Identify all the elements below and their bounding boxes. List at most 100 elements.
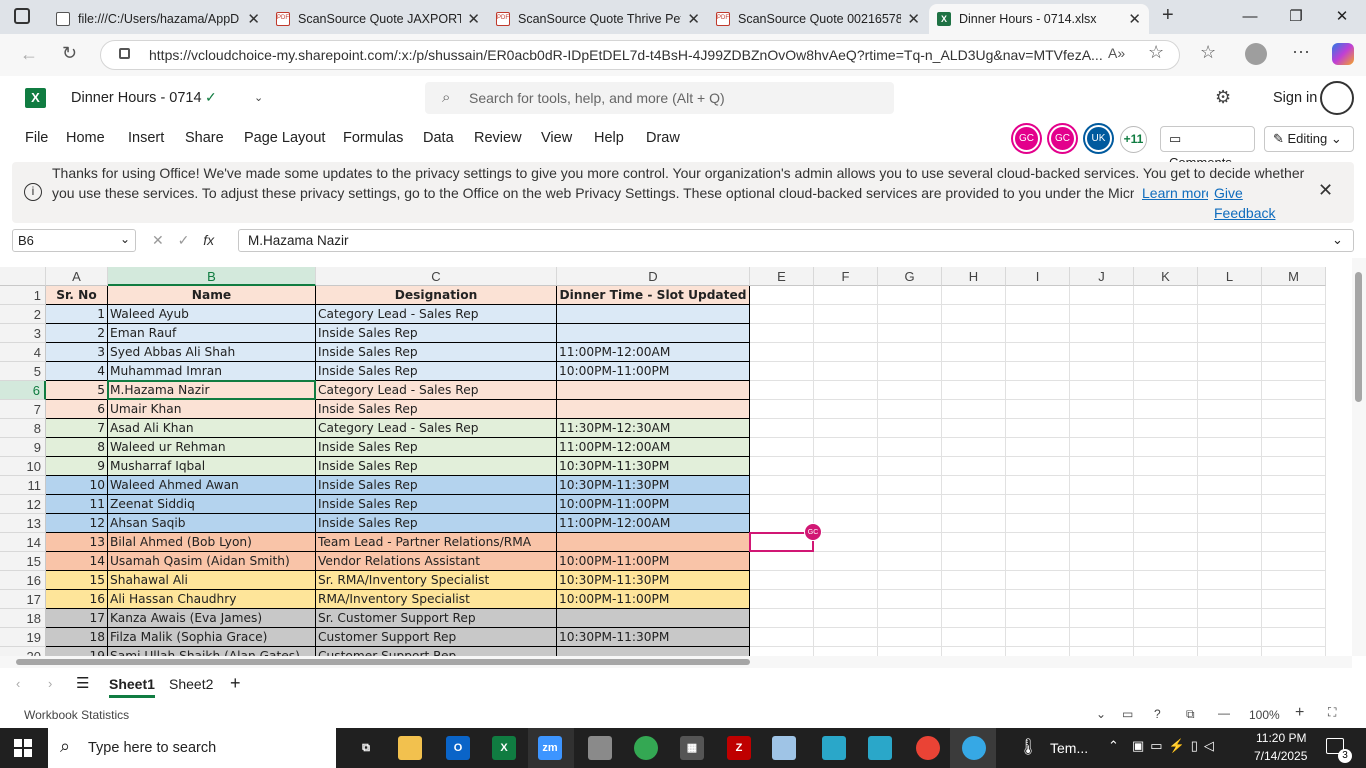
calculator-icon[interactable]: ▦ (680, 736, 704, 760)
app-icon[interactable] (772, 736, 796, 760)
empty-cell[interactable] (814, 590, 878, 609)
menu-data[interactable]: Data (423, 130, 454, 146)
empty-cell[interactable] (750, 419, 814, 438)
zoom-out-icon[interactable]: — (1218, 706, 1230, 720)
cell[interactable]: Shahawal Ali (108, 571, 316, 590)
site-info-icon[interactable] (119, 48, 130, 59)
document-title[interactable]: Dinner Hours - 0714 (71, 90, 202, 106)
column-header[interactable]: B (108, 267, 316, 286)
weather-text[interactable]: Tem... (1050, 740, 1088, 756)
empty-cell[interactable] (1134, 419, 1198, 438)
sheet-tab-2[interactable]: Sheet2 (169, 676, 213, 692)
empty-cell[interactable] (750, 590, 814, 609)
menu-review[interactable]: Review (474, 130, 522, 146)
empty-cell[interactable] (1262, 362, 1326, 381)
empty-cell[interactable] (1134, 305, 1198, 324)
empty-cell[interactable] (1006, 476, 1070, 495)
cell[interactable] (557, 609, 750, 628)
cell[interactable]: Inside Sales Rep (316, 457, 557, 476)
empty-cell[interactable] (1198, 609, 1262, 628)
cell[interactable]: Customer Support Rep (316, 628, 557, 647)
empty-cell[interactable] (1070, 514, 1134, 533)
sign-in-link[interactable]: Sign in (1273, 90, 1317, 106)
taskbar-search[interactable]: ⌕ Type here to search (48, 728, 336, 768)
empty-cell[interactable] (814, 305, 878, 324)
title-chevron-down-icon[interactable]: ⌄ (254, 91, 263, 104)
empty-cell[interactable] (1134, 628, 1198, 647)
empty-cell[interactable] (1070, 590, 1134, 609)
row-header[interactable]: 2 (0, 305, 46, 324)
browser-tab[interactable]: file:///C:/Users/hazama/AppD ✕ (48, 4, 268, 34)
clock-time[interactable]: 11:20 PM (1256, 731, 1306, 745)
empty-cell[interactable] (1198, 533, 1262, 552)
empty-cell[interactable] (1262, 343, 1326, 362)
empty-cell[interactable] (1134, 514, 1198, 533)
cell[interactable]: 11 (46, 495, 108, 514)
empty-cell[interactable] (942, 533, 1006, 552)
zoom-in-icon[interactable]: + (1295, 704, 1304, 722)
help-improve-icon[interactable]: ? (1154, 707, 1161, 721)
empty-cell[interactable] (1006, 514, 1070, 533)
empty-cell[interactable] (1006, 400, 1070, 419)
close-tab-icon[interactable]: ✕ (687, 10, 700, 28)
empty-cell[interactable] (814, 324, 878, 343)
row-header[interactable]: 15 (0, 552, 46, 571)
empty-cell[interactable] (814, 381, 878, 400)
favorites-icon[interactable]: ☆ (1200, 42, 1216, 63)
empty-cell[interactable] (1006, 362, 1070, 381)
weather-icon[interactable]: 🌡 (1018, 737, 1038, 757)
row-header[interactable]: 7 (0, 400, 46, 419)
empty-cell[interactable] (814, 438, 878, 457)
empty-cell[interactable] (942, 628, 1006, 647)
select-all-corner[interactable] (0, 267, 46, 286)
browser-tab[interactable]: PDF ScanSource Quote JAXPORT B ✕ (268, 4, 488, 34)
cell[interactable]: 8 (46, 438, 108, 457)
menu-help[interactable]: Help (594, 130, 624, 146)
next-sheet-icon[interactable]: › (48, 676, 52, 691)
profile-icon[interactable] (1245, 43, 1267, 65)
cell[interactable]: Waleed Ayub (108, 305, 316, 324)
cell[interactable]: 13 (46, 533, 108, 552)
fullscreen-icon[interactable]: ⛶ (1328, 705, 1336, 720)
cell[interactable]: 11:00PM-12:00AM (557, 438, 750, 457)
cell[interactable]: 12 (46, 514, 108, 533)
empty-cell[interactable] (878, 381, 942, 400)
empty-cell[interactable] (1262, 476, 1326, 495)
empty-cell[interactable] (750, 476, 814, 495)
editing-mode-button[interactable]: ✎ Editing ⌄ (1264, 126, 1354, 152)
refresh-icon[interactable]: ↻ (62, 43, 77, 64)
row-header[interactable]: 5 (0, 362, 46, 381)
empty-cell[interactable] (1006, 552, 1070, 571)
cell[interactable]: Inside Sales Rep (316, 476, 557, 495)
empty-cell[interactable] (942, 400, 1006, 419)
cell[interactable] (557, 533, 750, 552)
empty-cell[interactable] (1134, 552, 1198, 571)
read-aloud-icon[interactable]: A» (1108, 45, 1125, 61)
empty-cell[interactable] (1134, 457, 1198, 476)
empty-cell[interactable] (1262, 400, 1326, 419)
minimize-icon[interactable]: — (1227, 0, 1273, 34)
empty-cell[interactable] (942, 571, 1006, 590)
empty-cell[interactable] (1070, 324, 1134, 343)
prev-sheet-icon[interactable]: ‹ (16, 676, 20, 691)
search-input[interactable]: Search for tools, help, and more (Alt + … (425, 82, 894, 114)
cell[interactable]: 11:30PM-12:30AM (557, 419, 750, 438)
empty-cell[interactable] (1198, 286, 1262, 305)
empty-cell[interactable] (814, 514, 878, 533)
cell[interactable]: Waleed ur Rehman (108, 438, 316, 457)
empty-cell[interactable] (750, 628, 814, 647)
empty-cell[interactable] (1006, 324, 1070, 343)
empty-cell[interactable] (1070, 438, 1134, 457)
cell[interactable]: Sr. RMA/Inventory Specialist (316, 571, 557, 590)
empty-cell[interactable] (1070, 552, 1134, 571)
horizontal-scroll-thumb[interactable] (16, 659, 750, 665)
empty-cell[interactable] (1070, 533, 1134, 552)
url-field[interactable]: https://vcloudchoice-my.sharepoint.com/:… (100, 40, 1180, 70)
menu-page-layout[interactable]: Page Layout (244, 130, 325, 146)
cell[interactable]: Category Lead - Sales Rep (316, 419, 557, 438)
empty-cell[interactable] (878, 419, 942, 438)
cell[interactable]: Inside Sales Rep (316, 324, 557, 343)
menu-file[interactable]: File (25, 130, 48, 146)
new-tab-button[interactable]: + (1162, 4, 1174, 27)
column-header[interactable]: I (1006, 267, 1070, 286)
